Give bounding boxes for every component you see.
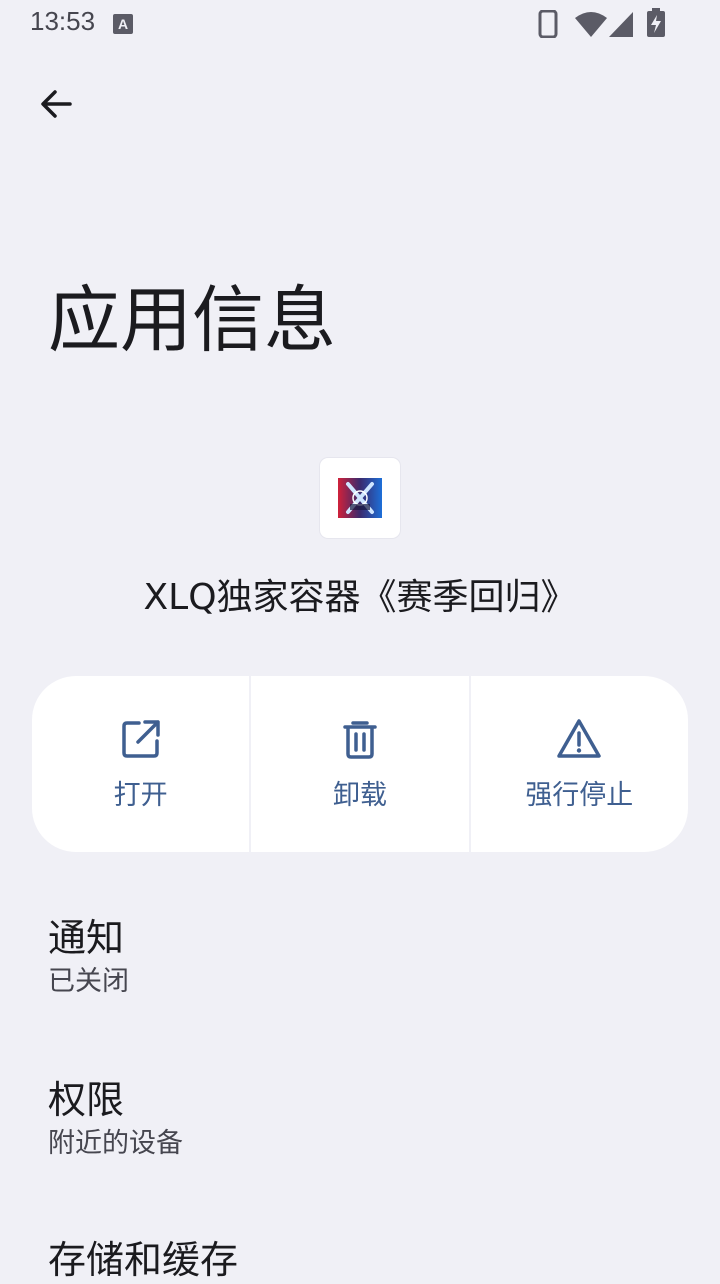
page-title: 应用信息 [48,278,337,362]
settings-item-subtitle: 已关闭 [48,966,129,997]
app-icon [320,458,400,538]
settings-item-subtitle: 附近的设备 [48,1128,183,1159]
force-stop-label: 强行停止 [525,779,634,811]
open-label: 打开 [113,779,168,811]
warning-triangle-icon [557,718,602,758]
action-buttons: 打开 卸载 强行停止 [32,676,688,852]
back-button[interactable] [24,72,88,136]
battery-charging-icon [647,8,665,37]
open-external-icon [121,719,160,758]
phone-icon [538,10,558,38]
force-stop-button[interactable]: 强行停止 [470,676,688,852]
settings-item-notifications[interactable]: 通知 已关闭 [48,914,688,1000]
settings-item-title: 存储和缓存 [48,1238,239,1282]
open-button[interactable]: 打开 [32,676,250,852]
settings-item-title: 通知 [48,916,125,960]
settings-item-storage[interactable]: 存储和缓存 [48,1236,688,1284]
uninstall-label: 卸载 [332,779,387,811]
uninstall-button[interactable]: 卸载 [251,676,469,852]
settings-item-title: 权限 [48,1078,125,1122]
settings-item-permissions[interactable]: 权限 附近的设备 [48,1076,688,1162]
app-name: XLQ独家容器《赛季回归》 [143,577,577,618]
signal-icon [609,12,633,37]
app-logo-icon [338,478,382,518]
keyboard-a-icon: A [113,14,133,34]
wifi-icon [575,12,607,37]
status-time: 13:53 [30,6,96,36]
svg-text:A: A [118,16,128,32]
status-bar: 13:53 A [0,0,720,48]
trash-icon [343,720,377,759]
arrow-left-icon [41,90,72,118]
